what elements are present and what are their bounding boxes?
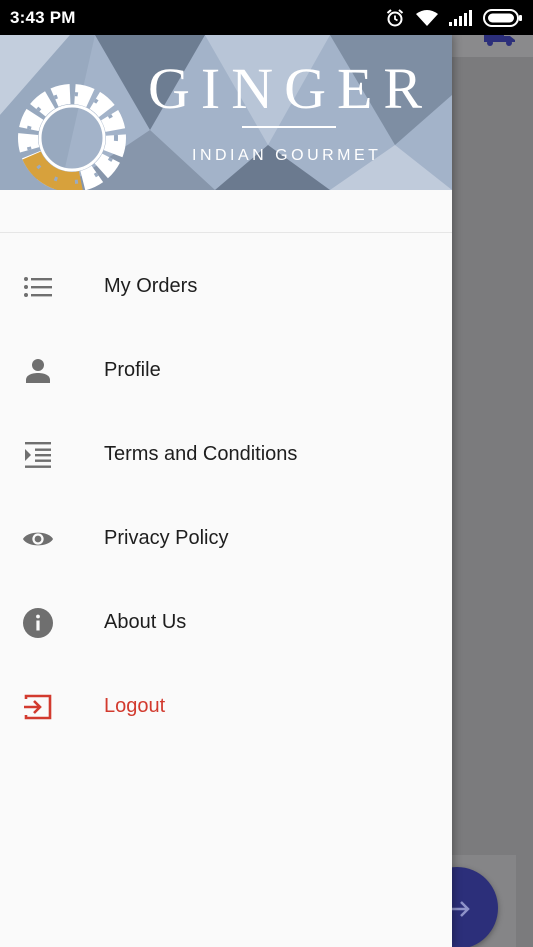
alarm-icon — [385, 8, 405, 28]
header-divider — [0, 232, 452, 233]
menu-item-terms[interactable]: Terms and Conditions — [0, 413, 452, 497]
signal-icon — [449, 10, 473, 26]
menu-item-label: My Orders — [104, 275, 198, 297]
menu-item-privacy[interactable]: Privacy Policy — [0, 497, 452, 581]
menu-item-label: Logout — [104, 695, 166, 717]
menu-item-about[interactable]: About Us — [0, 581, 452, 665]
menu-item-label: Privacy Policy — [104, 527, 229, 549]
brand-title: GINGER — [148, 56, 434, 121]
format-indent-icon — [22, 441, 54, 469]
menu-item-label: Terms and Conditions — [104, 443, 298, 465]
menu-item-my-orders[interactable]: My Orders — [0, 245, 452, 329]
menu-item-profile[interactable]: Profile — [0, 329, 452, 413]
ginger-logo-icon — [14, 80, 130, 190]
brand-divider — [242, 126, 336, 128]
menu-item-label: About Us — [104, 611, 187, 633]
eye-icon — [22, 525, 54, 553]
battery-icon — [483, 9, 523, 27]
status-icons — [385, 8, 523, 28]
wifi-icon — [415, 9, 439, 27]
navigation-drawer: GINGER INDIAN GOURMET My Orders Profile … — [0, 35, 452, 947]
person-icon — [22, 357, 54, 385]
logout-icon — [22, 693, 54, 721]
drawer-menu: My Orders Profile Terms and Conditions P… — [0, 245, 452, 749]
status-time: 3:43 PM — [10, 8, 76, 27]
menu-item-label: Profile — [104, 359, 161, 381]
menu-item-logout[interactable]: Logout — [0, 665, 452, 749]
list-icon — [22, 273, 54, 301]
drawer-header-banner: GINGER INDIAN GOURMET — [0, 35, 452, 190]
brand-subtitle: INDIAN GOURMET — [192, 147, 382, 164]
delivery-truck-icon — [484, 33, 516, 51]
info-icon — [22, 608, 54, 638]
status-bar: 3:43 PM — [0, 0, 533, 35]
